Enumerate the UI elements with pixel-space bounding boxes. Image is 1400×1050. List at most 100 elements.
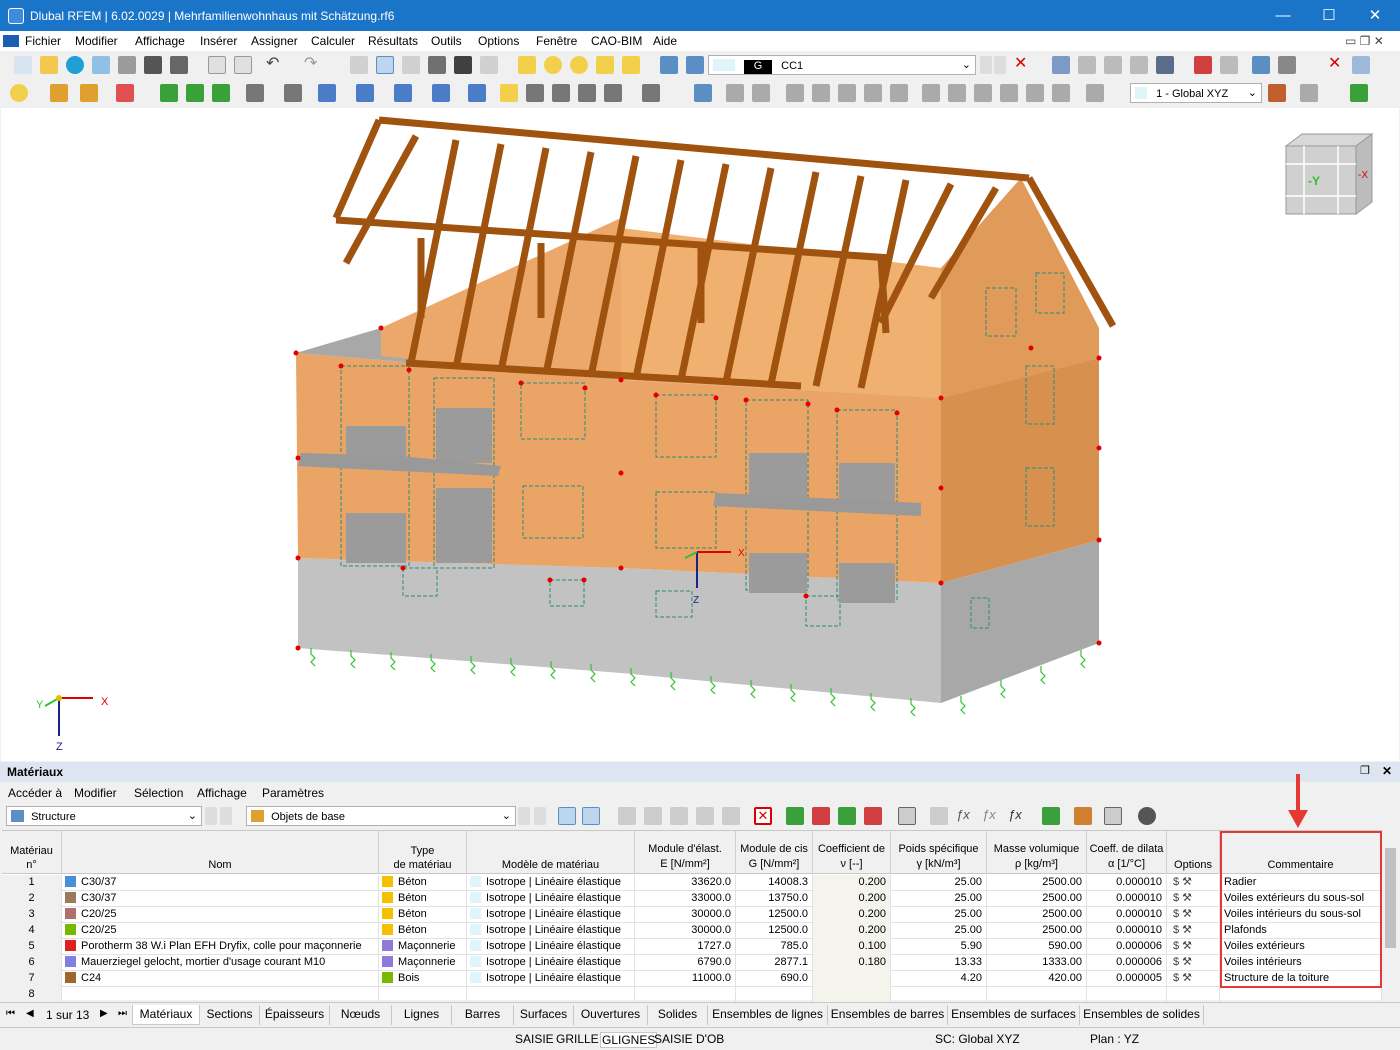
prev-load-icon[interactable] — [980, 56, 992, 74]
menu-cao-bim[interactable]: CAO-BIM — [591, 34, 642, 48]
cell-comment[interactable]: Plafonds — [1220, 923, 1382, 939]
add-row-icon[interactable] — [644, 807, 662, 825]
header-type[interactable]: Type de matériau — [379, 831, 467, 874]
cell-model[interactable]: Isotrope | Linéaire élastique — [467, 955, 635, 971]
cell-name[interactable]: Mauerziegel gelocht, mortier d'usage cou… — [62, 955, 379, 971]
grid3-icon[interactable] — [578, 84, 596, 102]
structure-filter[interactable]: Structure ⌄ — [6, 806, 202, 826]
filter2-icon[interactable] — [694, 84, 712, 102]
cell-options[interactable]: $ ⚒ — [1167, 907, 1220, 923]
cell-options[interactable] — [1167, 987, 1220, 1003]
cell-G[interactable]: 14008.3 — [736, 875, 813, 891]
cell-E[interactable]: 30000.0 — [635, 923, 736, 939]
chevron-down-icon[interactable]: ⌄ — [962, 58, 971, 71]
table-scrollbar[interactable] — [1383, 830, 1398, 1000]
plane-icon[interactable] — [812, 84, 830, 102]
cell-G[interactable]: 13750.0 — [736, 891, 813, 907]
cell-alpha[interactable]: 0.000010 — [1087, 923, 1167, 939]
grid4-icon[interactable] — [604, 84, 622, 102]
scrollbar-thumb[interactable] — [1385, 848, 1396, 948]
table-row[interactable]: 4 C20/25 Béton Isotrope | Linéaire élastiqu… — [2, 923, 1382, 939]
cell-model[interactable]: Isotrope | Linéaire élastique — [467, 891, 635, 907]
next-page-icon[interactable]: ▶ — [100, 1008, 108, 1019]
print-preview-icon[interactable] — [118, 56, 136, 74]
cell-type[interactable]: Béton — [379, 907, 467, 923]
cell-options[interactable]: $ ⚒ — [1167, 875, 1220, 891]
menu-inserer[interactable]: Insérer — [200, 34, 237, 48]
cell-G[interactable]: 2877.1 — [736, 955, 813, 971]
tab-surfaces[interactable]: Surfaces — [514, 1005, 574, 1025]
save-icon[interactable] — [144, 56, 162, 74]
restore-icon[interactable]: ▭ ❐ ✕ — [1345, 34, 1384, 48]
console-icon[interactable] — [428, 56, 446, 74]
cancel-icon[interactable]: ✕ — [1328, 56, 1346, 74]
hatching-icon[interactable] — [1278, 56, 1296, 74]
table-row[interactable]: 7 C24 Bois Isotrope | Linéaire élastique 110… — [2, 971, 1382, 987]
chevron-down-icon[interactable]: ⌄ — [188, 809, 197, 822]
light-icon[interactable] — [500, 84, 518, 102]
cell-rho[interactable] — [987, 987, 1087, 1003]
cell-nu[interactable]: 0.100 — [813, 939, 891, 955]
status-saisie-ob[interactable]: SAISIE D'OB — [654, 1032, 724, 1046]
sort-icon[interactable] — [930, 807, 948, 825]
new-file-icon[interactable] — [14, 56, 32, 74]
cell-nu[interactable]: 0.180 — [813, 955, 891, 971]
tab-ensembles-surfaces[interactable]: Ensembles de surfaces — [948, 1005, 1080, 1025]
tab-ensembles-barres[interactable]: Ensembles de barres — [828, 1005, 948, 1025]
options-icon[interactable]: $ ⚒ — [1173, 876, 1192, 888]
cell-G[interactable]: 12500.0 — [736, 923, 813, 939]
header-no[interactable]: Matériau n° — [2, 831, 62, 874]
cell-nu[interactable] — [813, 971, 891, 987]
cloud-icon[interactable] — [66, 56, 84, 74]
delete-row-icon[interactable]: ✕ — [754, 807, 772, 825]
cell-E[interactable]: 6790.0 — [635, 955, 736, 971]
filter-icon[interactable] — [1252, 56, 1270, 74]
cell-type[interactable]: Maçonnerie — [379, 939, 467, 955]
3d-viewport[interactable]: X Z X Y Z — [1, 108, 1399, 761]
header-comment[interactable]: Commentaire — [1220, 831, 1382, 874]
mesh-icon[interactable] — [1156, 56, 1174, 74]
cell-comment[interactable]: Structure de la toiture — [1220, 971, 1382, 987]
cell-E[interactable]: 33620.0 — [635, 875, 736, 891]
cell-name[interactable]: C20/25 — [62, 907, 379, 923]
cell-type[interactable]: Bois — [379, 971, 467, 987]
cell-rho[interactable]: 2500.00 — [987, 923, 1087, 939]
undo-icon[interactable]: ↶ — [266, 56, 284, 74]
cell-no[interactable]: 7 — [2, 971, 62, 987]
align1-icon[interactable] — [922, 84, 940, 102]
open-folder-icon[interactable] — [40, 56, 58, 74]
prev-object-icon[interactable] — [518, 807, 530, 825]
dimension-icon[interactable] — [246, 84, 264, 102]
cell-E[interactable] — [635, 987, 736, 1003]
planes-icon[interactable] — [1300, 84, 1318, 102]
table-row[interactable]: 2 C30/37 Béton Isotrope | Linéaire élastiqu… — [2, 891, 1382, 907]
close-button[interactable]: ✕ — [1352, 0, 1398, 31]
tab-solides[interactable]: Solides — [648, 1005, 708, 1025]
menu-aide[interactable]: Aide — [653, 34, 677, 48]
select-icon[interactable] — [10, 84, 28, 102]
cell-gamma[interactable]: 25.00 — [891, 923, 987, 939]
cell-comment[interactable] — [1220, 987, 1382, 1003]
plus-icon[interactable] — [670, 807, 688, 825]
cell-no[interactable]: 3 — [2, 907, 62, 923]
grid5-icon[interactable] — [642, 84, 660, 102]
header-rho[interactable]: Masse volumique ρ [kg/m³] — [987, 831, 1087, 874]
tab-ouvertures[interactable]: Ouvertures — [574, 1005, 648, 1025]
cell-name[interactable]: C24 — [62, 971, 379, 987]
arrows-icon[interactable] — [864, 84, 882, 102]
decimals-icon[interactable] — [1104, 807, 1122, 825]
solid-icon[interactable] — [838, 84, 856, 102]
design-icon[interactable] — [544, 56, 562, 74]
tab-lignes[interactable]: Lignes — [392, 1005, 452, 1025]
cell-rho[interactable]: 2500.00 — [987, 891, 1087, 907]
cell-nu[interactable]: 0.200 — [813, 907, 891, 923]
cell-name[interactable]: C30/37 — [62, 891, 379, 907]
header-options[interactable]: Options — [1167, 831, 1220, 874]
target-icon[interactable] — [570, 56, 588, 74]
wizard-icon[interactable] — [518, 56, 536, 74]
coord-icon[interactable] — [1268, 84, 1286, 102]
export-icon[interactable] — [864, 807, 882, 825]
cell-model[interactable] — [467, 987, 635, 1003]
prev-filter-icon[interactable] — [205, 807, 217, 825]
options-icon[interactable]: $ ⚒ — [1173, 972, 1192, 984]
